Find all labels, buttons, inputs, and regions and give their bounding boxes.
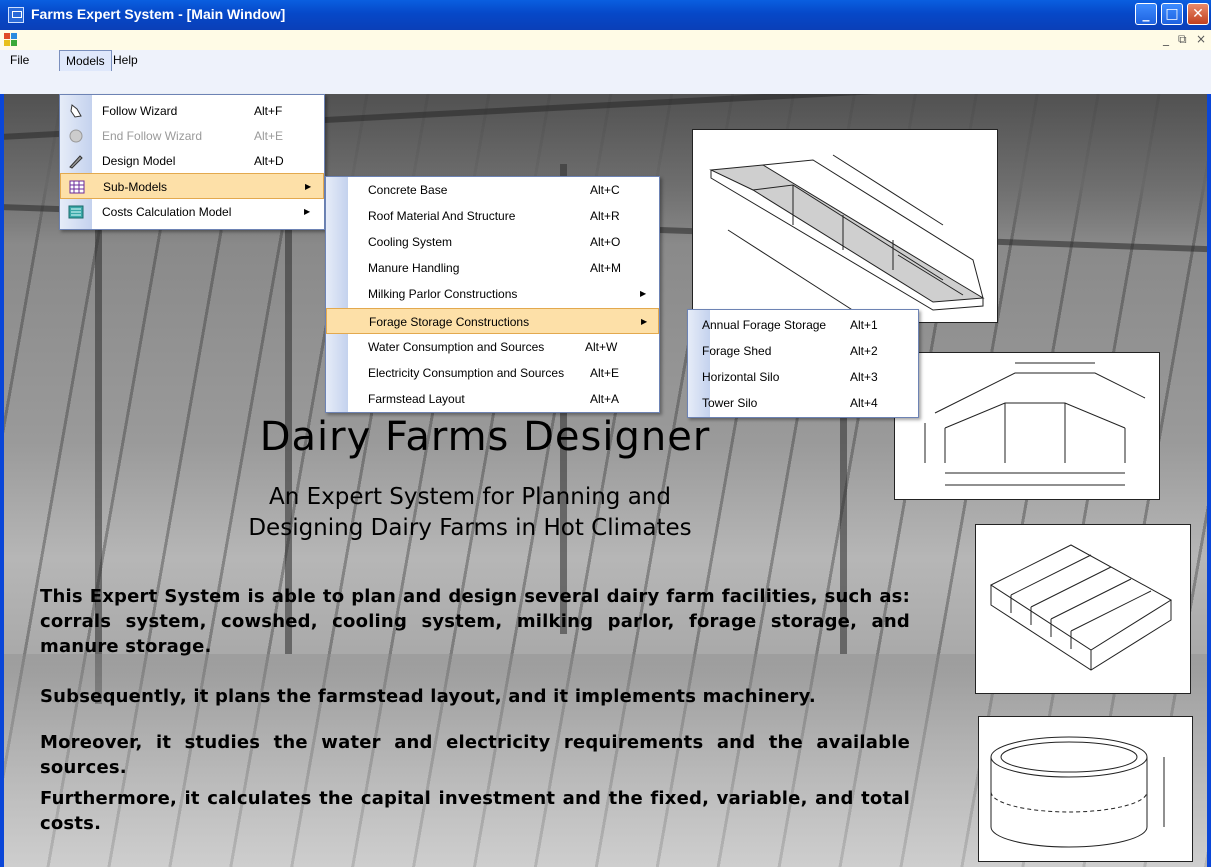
menu-item-concrete-base[interactable]: Concrete Base Alt+C	[326, 177, 659, 203]
close-button[interactable]: ✕	[1187, 3, 1209, 25]
wizard-stop-icon	[69, 129, 83, 143]
menu-item-shortcut: Alt+3	[850, 370, 878, 384]
page-title: Dairy Farms Designer	[259, 414, 711, 460]
menu-item-end-follow-wizard[interactable]: End Follow Wizard Alt+E	[60, 123, 324, 149]
roof-structure-diagram	[894, 352, 1160, 500]
child-minimize-button[interactable]: _	[1163, 32, 1169, 46]
menu-item-shortcut: Alt+W	[585, 340, 618, 354]
menu-item-shortcut: Alt+4	[850, 396, 878, 410]
design-pencil-icon	[69, 155, 83, 169]
menu-item-label: Horizontal Silo	[702, 370, 780, 384]
submenu-arrow-icon: ▶	[305, 182, 312, 191]
menu-item-label: Costs Calculation Model	[102, 205, 232, 219]
menu-item-sub-models[interactable]: Sub-Models ▶	[60, 173, 324, 199]
menu-item-water-consumption[interactable]: Water Consumption and Sources Alt+W	[326, 334, 659, 360]
concrete-base-diagram	[692, 129, 998, 323]
window-border-left	[0, 94, 4, 867]
menu-item-cooling-system[interactable]: Cooling System Alt+O	[326, 229, 659, 255]
window-border-right	[1207, 94, 1211, 867]
child-close-button[interactable]: ×	[1196, 32, 1206, 46]
menu-item-shortcut: Alt+E	[254, 129, 284, 143]
menu-item-electricity-consumption[interactable]: Electricity Consumption and Sources Alt+…	[326, 360, 659, 386]
description-paragraph-3: Moreover, it studies the water and elect…	[40, 732, 910, 778]
wizard-hand-icon	[70, 104, 82, 118]
menu-item-label: End Follow Wizard	[102, 129, 203, 143]
menu-item-shortcut: Alt+C	[590, 183, 620, 197]
tower-silo-diagram	[978, 716, 1193, 862]
sub-models-submenu: Concrete Base Alt+C Roof Material And St…	[325, 176, 660, 413]
menu-item-label: Sub-Models	[103, 180, 168, 194]
title-bar: Farms Expert System - [Main Window] _ □ …	[0, 0, 1211, 30]
submenu-arrow-icon: ▶	[641, 317, 648, 326]
menu-item-label: Annual Forage Storage	[702, 318, 827, 332]
menu-bar: File Models Help	[0, 50, 1211, 94]
submenu-arrow-icon: ▶	[640, 289, 647, 298]
submenu-arrow-icon: ▶	[304, 207, 311, 216]
menu-item-shortcut: Alt+A	[590, 392, 620, 406]
forage-storage-submenu: Annual Forage Storage Alt+1 Forage Shed …	[687, 309, 919, 418]
concrete-base-drawing	[709, 154, 985, 321]
menu-item-label: Forage Storage Constructions	[369, 315, 530, 329]
menu-item-shortcut: Alt+D	[254, 154, 284, 168]
menu-item-label: Cooling System	[368, 235, 453, 249]
menu-item-follow-wizard[interactable]: Follow Wizard Alt+F	[60, 98, 324, 124]
menu-help[interactable]: Help	[107, 50, 144, 70]
menu-item-shortcut: Alt+M	[590, 261, 622, 275]
menu-item-shortcut: Alt+O	[590, 235, 621, 249]
menu-item-design-model[interactable]: Design Model Alt+D	[60, 148, 324, 174]
menu-item-shortcut: Alt+R	[590, 209, 620, 223]
menu-item-label: Milking Parlor Constructions	[368, 287, 518, 301]
description-paragraph-2: Subsequently, it plans the farmstead lay…	[40, 686, 816, 707]
menu-item-manure-handling[interactable]: Manure Handling Alt+M	[326, 255, 659, 281]
menu-file[interactable]: File	[4, 50, 35, 70]
menu-item-label: Forage Shed	[702, 344, 772, 358]
description-paragraph-4: Furthermore, it calculates the capital i…	[40, 788, 910, 834]
menu-item-shortcut: Alt+2	[850, 344, 878, 358]
menu-item-label: Concrete Base	[368, 183, 448, 197]
menu-models[interactable]: Models	[59, 50, 112, 71]
menu-item-label: Roof Material And Structure	[368, 209, 516, 223]
subtitle-line-2: Designing Dairy Farms in Hot Climates	[248, 515, 692, 541]
menu-item-label: Tower Silo	[702, 396, 758, 410]
window-title: Farms Expert System - [Main Window]	[31, 6, 286, 22]
mdi-child-bar: _ ⧉ ×	[0, 30, 1211, 50]
page-subtitle: An Expert System for Planning and Design…	[120, 482, 820, 544]
menu-item-label: Design Model	[102, 154, 176, 168]
menu-item-forage-shed[interactable]: Forage Shed Alt+2	[688, 338, 918, 364]
menu-item-horizontal-silo[interactable]: Horizontal Silo Alt+3	[688, 364, 918, 390]
menu-item-shortcut: Alt+1	[850, 318, 878, 332]
menu-item-shortcut: Alt+E	[590, 366, 620, 380]
menu-item-annual-forage-storage[interactable]: Annual Forage Storage Alt+1	[688, 312, 918, 338]
menu-item-label: Farmstead Layout	[368, 392, 465, 406]
menu-item-label: Manure Handling	[368, 261, 460, 275]
menu-item-label: Water Consumption and Sources	[368, 340, 545, 354]
models-dropdown: Follow Wizard Alt+F End Follow Wizard Al…	[59, 94, 325, 230]
menu-item-label: Follow Wizard	[102, 104, 178, 118]
tower-silo-drawing	[990, 736, 1165, 848]
menu-item-tower-silo[interactable]: Tower Silo Alt+4	[688, 390, 918, 416]
horizontal-silo-diagram	[975, 524, 1191, 694]
menu-item-forage-storage[interactable]: Forage Storage Constructions ▶	[326, 308, 659, 334]
menu-item-label: Electricity Consumption and Sources	[368, 366, 565, 380]
calculator-icon	[68, 205, 84, 219]
grid-table-icon	[69, 180, 85, 194]
maximize-button[interactable]: □	[1161, 3, 1183, 25]
subtitle-line-1: An Expert System for Planning and	[269, 484, 671, 510]
menu-item-milking-parlor[interactable]: Milking Parlor Constructions ▶	[326, 281, 659, 307]
menu-item-roof-material[interactable]: Roof Material And Structure Alt+R	[326, 203, 659, 229]
description-paragraph-1: This Expert System is able to plan and d…	[40, 586, 910, 657]
child-restore-button[interactable]: ⧉	[1178, 32, 1187, 47]
child-window-icon[interactable]	[4, 33, 18, 46]
menu-item-shortcut: Alt+F	[254, 104, 283, 118]
minimize-button[interactable]: _	[1135, 3, 1157, 25]
menu-item-farmstead-layout[interactable]: Farmstead Layout Alt+A	[326, 386, 659, 412]
horizontal-silo-drawing	[989, 544, 1172, 671]
app-icon[interactable]	[8, 7, 24, 23]
roof-structure-drawing	[924, 362, 1146, 486]
menu-item-costs-calculation-model[interactable]: Costs Calculation Model ▶	[60, 199, 324, 225]
